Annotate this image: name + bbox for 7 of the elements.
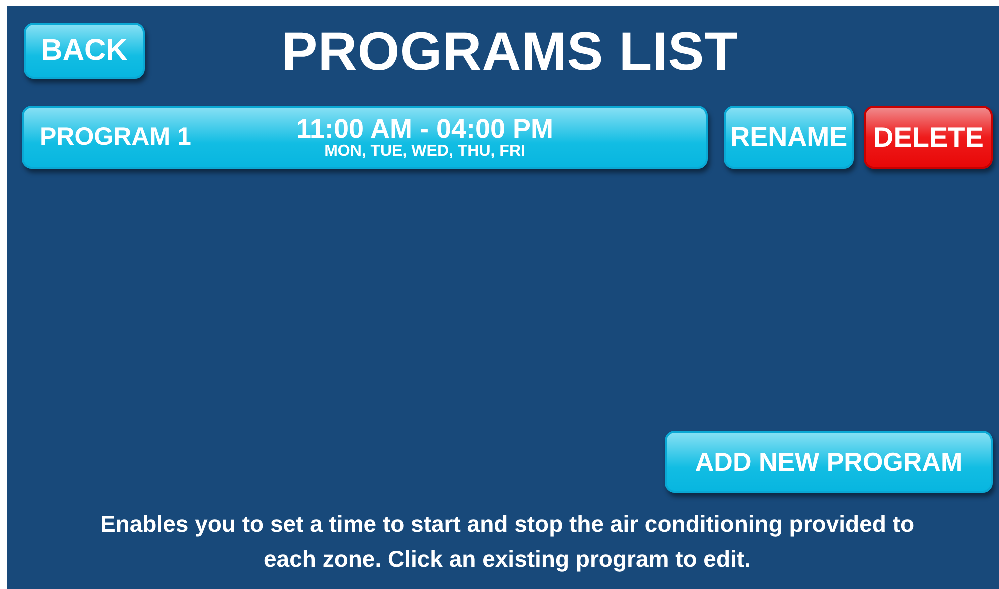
add-program-button[interactable]: ADD NEW PROGRAM bbox=[665, 431, 993, 493]
rename-button[interactable]: RENAME bbox=[724, 106, 854, 169]
page-title: PROGRAMS LIST bbox=[280, 21, 740, 83]
delete-button[interactable]: DELETE bbox=[864, 106, 993, 169]
description-text: Enables you to set a time to start and stop the air conditioning provided to each zone. Click an existing program to edit. bbox=[99, 510, 916, 574]
program-item[interactable]: PROGRAM 1 11:00 AM - 04:00 PM MON, TUE, WED, THU, FRI bbox=[22, 106, 708, 169]
back-button[interactable]: BACK bbox=[24, 23, 145, 79]
